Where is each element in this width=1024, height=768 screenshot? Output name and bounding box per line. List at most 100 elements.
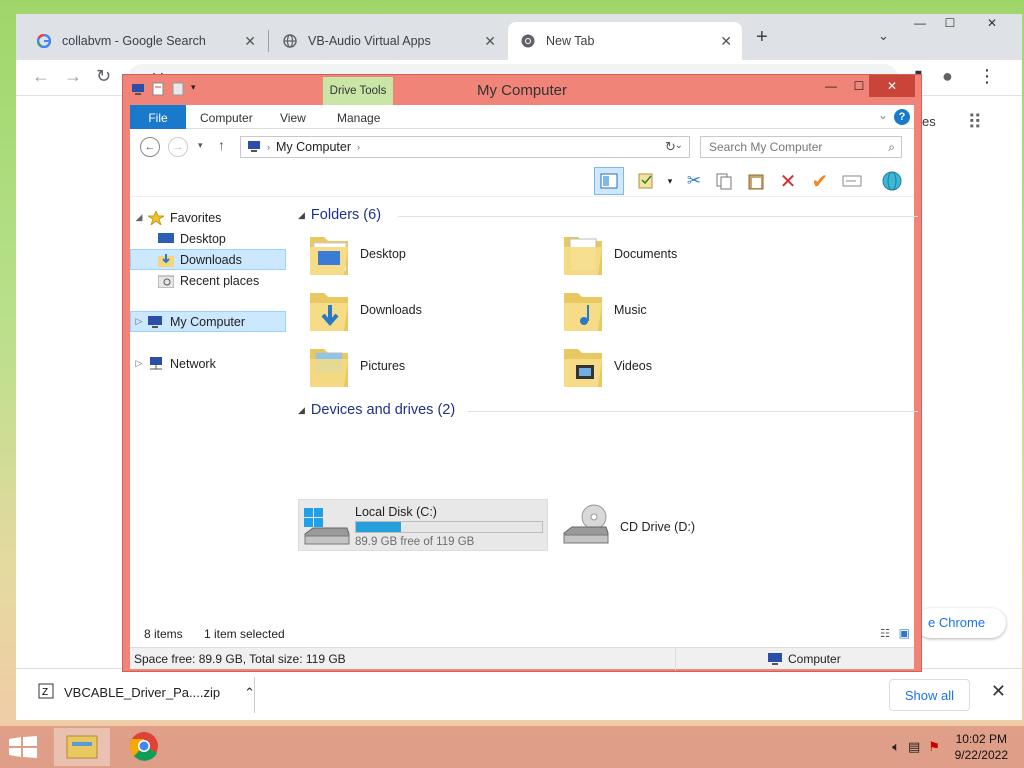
breadcrumb-arrow-icon[interactable]: › xyxy=(267,142,270,152)
reload-icon[interactable]: ↻ xyxy=(96,66,111,87)
explorer-titlebar[interactable]: ▾ Drive Tools My Computer ― ☐ ✕ xyxy=(123,75,921,105)
folders-group-header[interactable]: ◢ Folders (6) xyxy=(298,207,918,223)
forward-icon[interactable]: → xyxy=(168,137,188,157)
collapse-arrow-icon[interactable]: ◢ xyxy=(134,212,144,223)
zip-file-icon: Z xyxy=(38,683,54,702)
folder-item-downloads[interactable]: Downloads xyxy=(308,287,422,333)
preview-pane-icon[interactable] xyxy=(594,167,624,195)
tab-file[interactable]: File xyxy=(130,105,186,129)
nav-desktop[interactable]: Desktop xyxy=(130,228,286,249)
downloads-folder-icon xyxy=(308,287,350,333)
download-filename: VBCABLE_Driver_Pa....zip xyxy=(64,685,221,700)
devices-group-header[interactable]: ◢ Devices and drives (2) xyxy=(298,402,918,418)
copy-icon[interactable] xyxy=(712,170,736,192)
tab-computer[interactable]: Computer xyxy=(188,105,265,129)
refresh-icon[interactable]: ↻ xyxy=(665,139,676,155)
close-window-icon[interactable]: ✕ xyxy=(976,14,1008,32)
apps-grid-icon[interactable]: ⠿ xyxy=(967,110,982,135)
tab-strip: collabvm - Google Search ✕ VB-Audio Virt… xyxy=(16,14,1022,60)
computer-icon xyxy=(148,315,164,329)
expand-arrow-icon[interactable]: ▷ xyxy=(134,316,144,327)
computer-icon xyxy=(768,652,784,669)
nav-downloads[interactable]: Downloads xyxy=(130,249,286,270)
collapse-arrow-icon[interactable]: ◢ xyxy=(298,405,305,416)
new-tab-button[interactable]: + xyxy=(756,26,768,49)
svg-text:Z: Z xyxy=(42,687,48,698)
back-icon[interactable]: ← xyxy=(140,137,160,157)
breadcrumb-my-computer[interactable]: My Computer xyxy=(276,140,351,154)
help-icon[interactable]: ? xyxy=(894,109,910,125)
show-all-button[interactable]: Show all xyxy=(888,679,970,711)
download-item[interactable]: Z VBCABLE_Driver_Pa....zip ⌃ xyxy=(38,683,255,702)
minimize-icon[interactable]: ― xyxy=(819,75,843,97)
details-view-icon[interactable]: ☷ xyxy=(880,627,890,640)
close-tab-icon[interactable]: ✕ xyxy=(484,33,496,50)
back-icon[interactable]: ← xyxy=(32,66,50,87)
header-link-fragment[interactable]: es xyxy=(922,114,936,129)
customize-chrome-button[interactable]: e Chrome xyxy=(916,608,1006,638)
ribbon-tabs: File Computer View Manage ⌄ ? xyxy=(130,105,914,129)
delete-icon[interactable]: ✕ xyxy=(776,170,800,193)
paste-icon[interactable] xyxy=(744,170,768,192)
windows-start-icon[interactable] xyxy=(8,736,38,761)
hard-disk-icon xyxy=(303,508,351,551)
folder-item-desktop[interactable]: Desktop xyxy=(308,231,406,277)
address-bar[interactable]: › My Computer › ⌄ xyxy=(240,136,690,158)
dropdown-icon[interactable]: ▾ xyxy=(658,170,682,192)
desktop-icon xyxy=(158,232,174,246)
menu-kebab-icon[interactable]: ⋮ xyxy=(978,66,996,87)
disk-usage-bar xyxy=(355,521,543,533)
globe-options-icon[interactable] xyxy=(880,170,904,192)
check-icon[interactable]: ✔ xyxy=(808,170,832,193)
close-tab-icon[interactable]: ✕ xyxy=(720,33,732,50)
forward-icon[interactable]: → xyxy=(64,66,82,87)
tab-title: New Tab xyxy=(546,34,595,48)
expand-arrow-icon[interactable]: ▷ xyxy=(134,358,144,369)
minimize-icon[interactable]: ― xyxy=(904,14,936,32)
nav-network[interactable]: ▷ Network xyxy=(130,353,286,374)
folder-item-videos[interactable]: Videos xyxy=(562,343,652,389)
tab-view[interactable]: View xyxy=(268,105,318,129)
maximize-icon[interactable]: ☐ xyxy=(847,75,871,97)
large-icons-view-icon[interactable]: ▣ xyxy=(899,626,910,640)
collapse-arrow-icon[interactable]: ◢ xyxy=(298,210,305,221)
drive-item-cd[interactable]: CD Drive (D:) xyxy=(562,503,695,550)
cut-icon[interactable]: ✂ xyxy=(682,170,706,192)
breadcrumb-arrow-icon[interactable]: › xyxy=(357,142,360,152)
close-download-shelf-icon[interactable]: ✕ xyxy=(991,681,1006,702)
expand-ribbon-icon[interactable]: ⌄ xyxy=(878,108,888,122)
properties-checklist-icon[interactable] xyxy=(634,170,658,192)
close-window-icon[interactable]: ✕ xyxy=(869,75,915,97)
profile-icon[interactable]: ● xyxy=(942,66,953,87)
close-tab-icon[interactable]: ✕ xyxy=(244,33,256,50)
maximize-icon[interactable]: ☐ xyxy=(934,14,966,32)
item-count: 8 items xyxy=(144,627,183,641)
nav-favorites[interactable]: ◢ Favorites xyxy=(130,207,286,228)
nav-my-computer[interactable]: ▷ My Computer xyxy=(130,311,286,332)
rename-icon[interactable] xyxy=(840,170,864,192)
nav-recent-places[interactable]: Recent places xyxy=(130,270,286,291)
google-icon xyxy=(36,33,52,49)
folder-item-documents[interactable]: Documents xyxy=(562,231,677,277)
clock[interactable]: 10:02 PM 9/22/2022 xyxy=(955,731,1008,763)
tab-manage[interactable]: Manage xyxy=(325,105,392,129)
drive-item-local-disk[interactable]: Local Disk (C:) 89.9 GB free of 119 GB xyxy=(298,499,548,551)
tab-search-chevron-icon[interactable]: ⌄ xyxy=(878,28,889,44)
taskbar-chrome[interactable] xyxy=(116,728,172,766)
speaker-icon[interactable]: 🔈︎ xyxy=(892,739,900,755)
up-icon[interactable]: ↑ xyxy=(218,137,225,153)
folder-item-pictures[interactable]: Pictures xyxy=(308,343,405,389)
tab-new-tab[interactable]: New Tab ✕ xyxy=(508,22,742,60)
music-folder-icon xyxy=(562,287,604,333)
tab-vb-audio[interactable]: VB-Audio Virtual Apps ✕ xyxy=(270,22,506,60)
divider xyxy=(398,216,918,217)
tab-collabvm-search[interactable]: collabvm - Google Search ✕ xyxy=(24,22,266,60)
folder-item-music[interactable]: Music xyxy=(562,287,647,333)
space-summary: Space free: 89.9 GB, Total size: 119 GB xyxy=(134,651,346,666)
taskbar-file-explorer[interactable] xyxy=(54,728,110,766)
network-icon xyxy=(148,356,164,371)
search-input[interactable]: Search My Computer ⌕ xyxy=(700,136,902,158)
action-center-icon[interactable]: ⚑ xyxy=(928,739,940,755)
recent-locations-icon[interactable]: ▾ xyxy=(198,140,203,151)
network-tray-icon[interactable]: ▤ xyxy=(908,739,920,755)
